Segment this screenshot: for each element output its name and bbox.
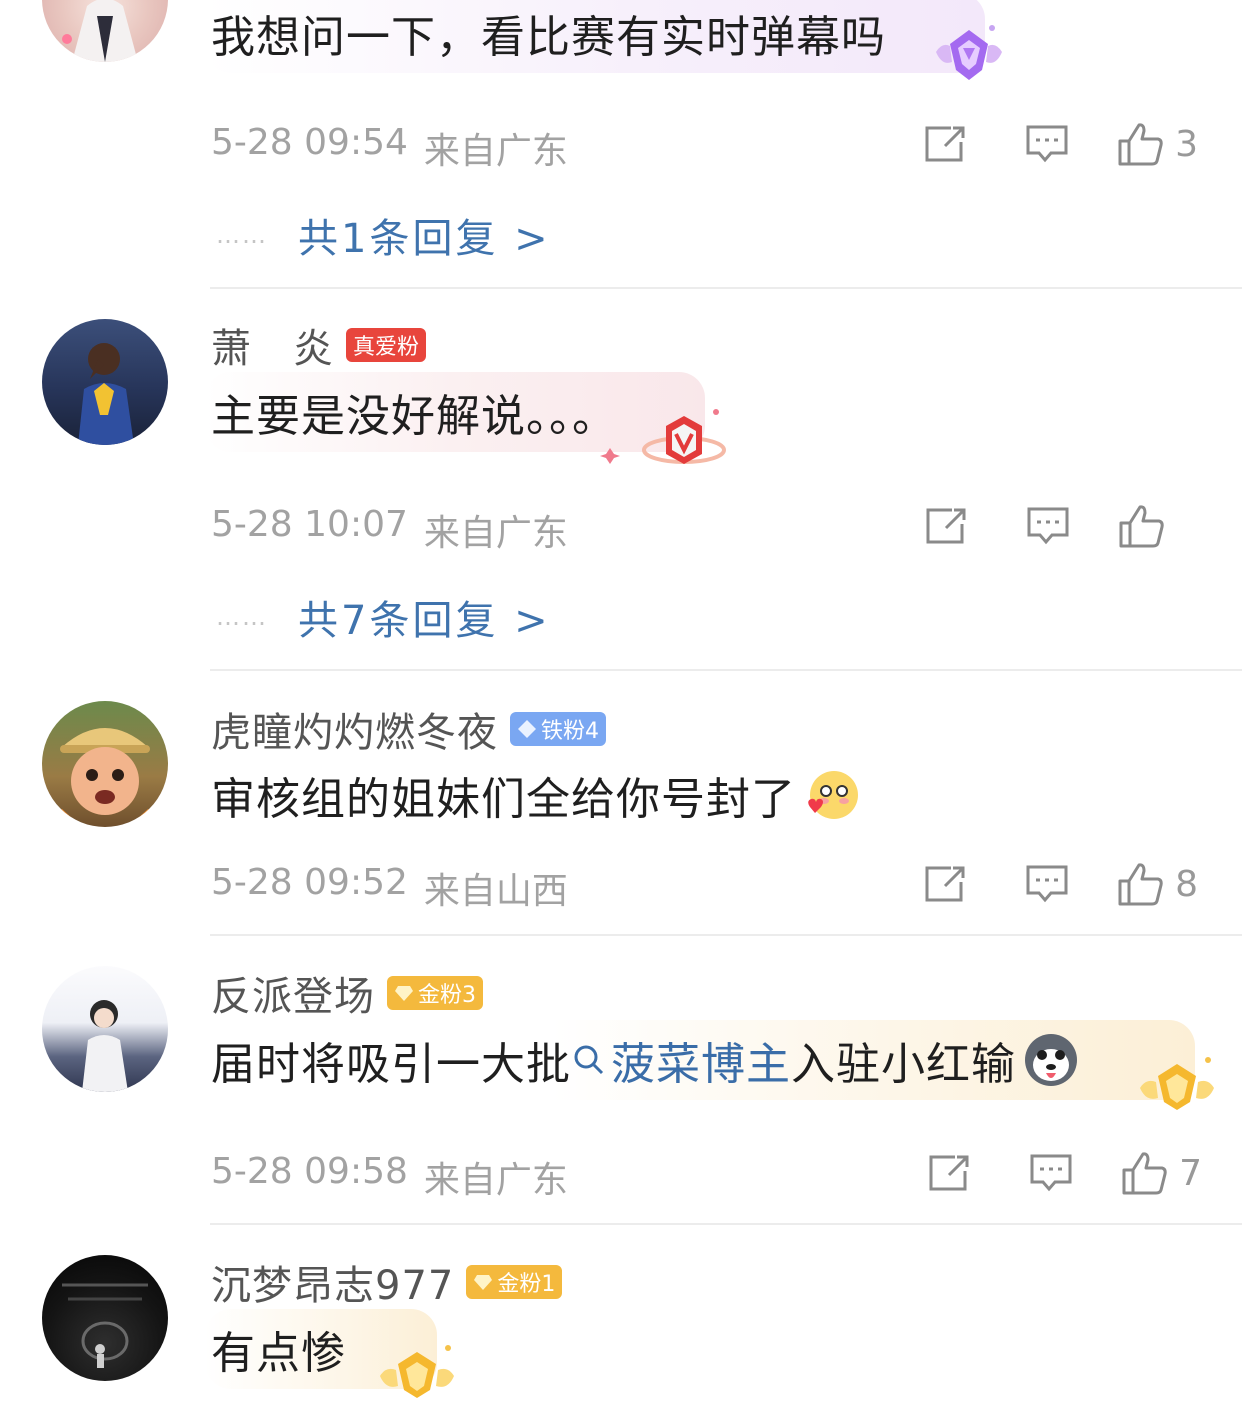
comment-icon xyxy=(1026,865,1068,903)
avatar[interactable] xyxy=(42,701,168,827)
share-button[interactable] xyxy=(916,500,976,552)
divider xyxy=(210,287,1242,289)
comment-actions: 8 xyxy=(915,858,1198,910)
like-button[interactable]: 7 xyxy=(1121,1150,1202,1196)
comment-location: 来自广东 xyxy=(423,513,568,554)
comment-meta: 5-28 10:07 来自广东 xyxy=(211,504,568,556)
comment-time: 5-28 09:58 xyxy=(211,1151,408,1192)
avatar[interactable] xyxy=(42,319,168,445)
gold-gem-icon xyxy=(395,986,413,1001)
gold-badge-icon xyxy=(380,1345,454,1398)
comment-content[interactable]: 有点惨 xyxy=(205,1309,437,1389)
share-button[interactable] xyxy=(919,1147,979,1199)
share-icon xyxy=(929,1155,969,1191)
username-row: 反派登场 金粉3 xyxy=(211,970,483,1020)
divider xyxy=(210,1223,1242,1225)
blush-emoji-icon xyxy=(808,771,858,819)
comment-meta: 5-28 09:52 来自山西 xyxy=(211,862,568,914)
view-replies-link[interactable]: 共1条回复 > xyxy=(298,206,551,264)
username-row: 沉梦昂志977 金粉1 xyxy=(211,1259,563,1309)
comment-text: 主要是没好解说。。。 xyxy=(211,391,617,442)
like-count: 8 xyxy=(1175,863,1198,905)
comment-content[interactable]: 届时将吸引一大批 菠菜博主 入驻小红输 xyxy=(205,1020,1195,1100)
comment-location: 来自广东 xyxy=(423,1160,568,1201)
fan-badge-label: 真爱粉 xyxy=(353,335,420,360)
comment-time: 5-28 09:52 xyxy=(211,862,408,903)
username[interactable]: 萧 炎 xyxy=(211,316,334,374)
replies-row[interactable]: …… 共1条回复 > xyxy=(216,206,551,264)
gold-badge-icon xyxy=(1140,1057,1214,1110)
comment-icon xyxy=(1026,125,1068,163)
husky-emoji-icon xyxy=(1025,1034,1077,1086)
username[interactable]: 虎瞳灼灼燃冬夜 xyxy=(211,700,498,758)
thumbs-up-icon xyxy=(1119,505,1164,548)
reply-button[interactable] xyxy=(1017,118,1077,170)
divider xyxy=(210,934,1242,936)
thumbs-up-icon xyxy=(1118,123,1163,166)
comment-content[interactable]: 审核组的姐妹们全给你号封了 xyxy=(211,755,860,835)
share-icon xyxy=(925,866,965,902)
reply-button[interactable] xyxy=(1021,1147,1081,1199)
comment-meta: 5-28 09:58 来自广东 xyxy=(211,1151,568,1203)
fan-badge[interactable]: 铁粉4 xyxy=(510,712,606,746)
replies-row[interactable]: …… 共7条回复 > xyxy=(216,588,551,646)
fan-badge-label: 铁粉4 xyxy=(541,719,599,744)
like-button[interactable]: 3 xyxy=(1117,121,1198,167)
like-button[interactable] xyxy=(1118,503,1198,549)
comment-meta: 5-28 09:54 来自广东 xyxy=(211,122,568,174)
fan-badge[interactable]: 金粉3 xyxy=(387,976,483,1010)
like-button[interactable]: 8 xyxy=(1117,861,1198,907)
avatar[interactable] xyxy=(42,1255,168,1381)
share-icon xyxy=(925,126,965,162)
diamond-icon xyxy=(518,720,536,738)
username-row: 萧 炎 真爱粉 xyxy=(211,322,427,372)
thumbs-up-icon xyxy=(1122,1152,1167,1195)
share-icon xyxy=(926,508,966,544)
vip-badge-icon xyxy=(600,409,726,464)
comment-time: 5-28 10:07 xyxy=(211,504,408,545)
like-count: 3 xyxy=(1175,123,1198,165)
comment-content[interactable]: 我想问一下，看比赛有实时弹幕吗 xyxy=(205,0,985,73)
comment-content[interactable]: 主要是没好解说。。。 xyxy=(205,372,705,452)
like-count: 7 xyxy=(1179,1152,1202,1194)
avatar[interactable] xyxy=(42,966,168,1092)
fan-badge-label: 金粉3 xyxy=(418,983,476,1008)
share-button[interactable] xyxy=(915,118,975,170)
comment-location: 来自山西 xyxy=(423,871,568,912)
view-replies-link[interactable]: 共7条回复 > xyxy=(298,588,551,646)
comment-text: 届时将吸引一大批 菠菜博主 入驻小红输 xyxy=(211,1028,1080,1092)
thumbs-up-icon xyxy=(1118,863,1163,906)
divider xyxy=(210,669,1242,671)
comment-icon xyxy=(1030,1154,1072,1192)
comment-actions xyxy=(916,500,1198,552)
comment-location: 来自广东 xyxy=(423,131,568,172)
share-button[interactable] xyxy=(915,858,975,910)
fan-badge-label: 金粉1 xyxy=(497,1272,556,1297)
reply-button[interactable] xyxy=(1018,500,1078,552)
gem-badge-icon xyxy=(936,25,1002,80)
username[interactable]: 反派登场 xyxy=(211,964,375,1022)
reply-button[interactable] xyxy=(1017,858,1077,910)
comment-text: 审核组的姐妹们全给你号封了 xyxy=(211,763,860,827)
comment-actions: 7 xyxy=(919,1147,1202,1199)
username[interactable]: 沉梦昂志977 xyxy=(211,1253,454,1311)
avatar[interactable] xyxy=(42,0,168,62)
search-icon xyxy=(574,1045,604,1075)
fan-badge[interactable]: 金粉1 xyxy=(466,1265,563,1299)
fan-badge[interactable]: 真爱粉 xyxy=(346,328,427,362)
gold-gem-icon xyxy=(474,1275,493,1290)
comment-text: 我想问一下，看比赛有实时弹幕吗 xyxy=(211,12,886,63)
comment-actions: 3 xyxy=(915,118,1198,170)
comment-time: 5-28 09:54 xyxy=(211,122,408,163)
comment-icon xyxy=(1027,507,1069,545)
comment-text: 有点惨 xyxy=(211,1328,346,1379)
topic-search-link[interactable]: 菠菜博主 xyxy=(571,1028,791,1092)
username-row: 虎瞳灼灼燃冬夜 铁粉4 xyxy=(211,706,606,756)
